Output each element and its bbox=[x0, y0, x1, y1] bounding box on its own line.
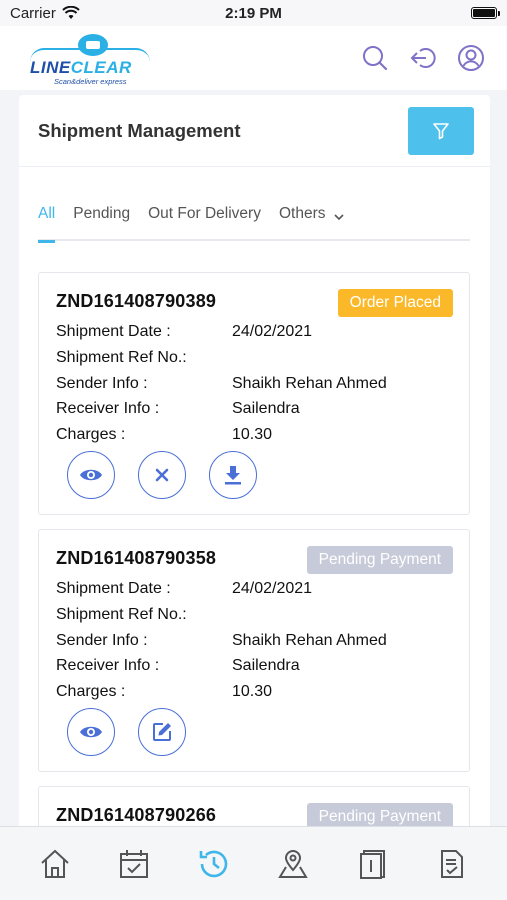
field-label: Receiver Info : bbox=[56, 400, 160, 418]
view-button[interactable] bbox=[67, 451, 115, 499]
tab-out-for-delivery[interactable]: Out For Delivery bbox=[148, 195, 261, 241]
tab-others[interactable]: Others bbox=[279, 195, 346, 241]
search-icon[interactable] bbox=[361, 44, 389, 72]
sender-row: Sender Info : Shaikh Rehan Ahmed bbox=[56, 632, 456, 658]
receiver-name: Sailendra bbox=[232, 657, 300, 675]
truck-icon bbox=[78, 34, 108, 56]
sender-name: Shaikh Rehan Ahmed bbox=[232, 631, 387, 649]
shipment-date-row: Shipment Date : 24/02/2021 bbox=[56, 323, 456, 349]
receiver-row: Receiver Info : Sailendra bbox=[56, 657, 456, 683]
field-label: Shipment Ref No.: bbox=[56, 348, 187, 366]
eye-icon bbox=[80, 469, 102, 481]
field-label: Shipment Date : bbox=[56, 323, 171, 340]
nav-location[interactable] bbox=[268, 839, 318, 889]
checklist-icon bbox=[441, 849, 464, 878]
location-icon bbox=[278, 849, 309, 878]
docs-icon bbox=[359, 849, 385, 879]
tab-others-label: Others bbox=[278, 205, 326, 222]
nav-docs[interactable] bbox=[348, 839, 398, 889]
field-label: Sender Info : bbox=[56, 631, 148, 649]
receiver-row: Receiver Info : Sailendra bbox=[56, 400, 456, 426]
shipment-panel: Shipment Management All Pending Out For … bbox=[19, 95, 490, 900]
field-label: Shipment Date : bbox=[56, 580, 171, 597]
eye-icon bbox=[80, 726, 102, 738]
shipment-date-row: Shipment Date : 24/02/2021 bbox=[56, 580, 456, 606]
logout-icon[interactable] bbox=[409, 44, 437, 72]
chevron-down-icon bbox=[334, 214, 345, 221]
nav-history[interactable] bbox=[189, 839, 239, 889]
brand-tagline: Scan&deliver express bbox=[54, 77, 127, 86]
shipment-id: ZND161408790266 bbox=[56, 805, 217, 825]
charges-row: Charges : 10.30 bbox=[56, 683, 456, 709]
status-tabs: All Pending Out For Delivery Others bbox=[38, 195, 470, 243]
shipment-date: 24/02/2021 bbox=[232, 323, 313, 340]
field-label: Shipment Ref No.: bbox=[56, 605, 187, 623]
shipment-card[interactable]: ZND161408790358 Pending Payment Shipment… bbox=[38, 529, 470, 772]
shipment-id: ZND161408790358 bbox=[56, 548, 217, 568]
cancel-button[interactable] bbox=[138, 451, 186, 499]
carrier-label: Carrier bbox=[10, 4, 56, 22]
history-icon bbox=[199, 850, 228, 877]
edit-icon bbox=[153, 723, 171, 741]
filter-icon bbox=[433, 122, 449, 139]
tab-pending[interactable]: Pending bbox=[73, 195, 130, 241]
view-button[interactable] bbox=[67, 708, 115, 756]
shipment-ref-row: Shipment Ref No.: bbox=[56, 606, 456, 632]
download-icon bbox=[225, 466, 241, 485]
battery-icon bbox=[471, 7, 500, 19]
tab-all[interactable]: All bbox=[38, 195, 56, 243]
charges-value: 10.30 bbox=[232, 426, 273, 443]
field-label: Charges : bbox=[56, 426, 126, 443]
page-title: Shipment Management bbox=[38, 119, 241, 141]
close-icon bbox=[155, 468, 169, 482]
sender-name: Shaikh Rehan Ahmed bbox=[232, 374, 387, 392]
filter-button[interactable] bbox=[408, 106, 474, 155]
shipment-id: ZND161408790389 bbox=[56, 291, 217, 311]
charges-value: 10.30 bbox=[232, 683, 273, 700]
sender-row: Sender Info : Shaikh Rehan Ahmed bbox=[56, 375, 456, 401]
status-bar: Carrier 2:19 PM bbox=[0, 0, 507, 26]
field-label: Charges : bbox=[56, 683, 126, 700]
edit-button[interactable] bbox=[138, 708, 186, 756]
wifi-icon bbox=[62, 6, 80, 19]
nav-checklist[interactable] bbox=[427, 839, 477, 889]
status-badge: Order Placed bbox=[337, 289, 453, 317]
nav-home[interactable] bbox=[30, 839, 80, 889]
field-label: Sender Info : bbox=[56, 374, 148, 392]
status-badge: Pending Payment bbox=[306, 546, 453, 574]
brand-name-line: LINE bbox=[30, 58, 71, 77]
nav-calendar[interactable] bbox=[109, 839, 159, 889]
user-icon[interactable] bbox=[457, 44, 485, 72]
shipment-date: 24/02/2021 bbox=[232, 580, 313, 597]
field-label: Receiver Info : bbox=[56, 657, 160, 675]
bottom-nav bbox=[0, 826, 507, 900]
app-header: LINECLEAR Scan&deliver express bbox=[0, 26, 507, 90]
download-button[interactable] bbox=[209, 451, 257, 499]
shipment-ref-row: Shipment Ref No.: bbox=[56, 349, 456, 375]
home-icon bbox=[41, 849, 69, 878]
charges-row: Charges : 10.30 bbox=[56, 426, 456, 452]
receiver-name: Sailendra bbox=[232, 400, 300, 418]
brand-logo: LINECLEAR Scan&deliver express bbox=[28, 30, 158, 86]
calendar-icon bbox=[120, 849, 149, 878]
brand-name-clear: CLEAR bbox=[70, 58, 132, 77]
shipment-card[interactable]: ZND161408790389 Order Placed Shipment Da… bbox=[38, 272, 470, 515]
